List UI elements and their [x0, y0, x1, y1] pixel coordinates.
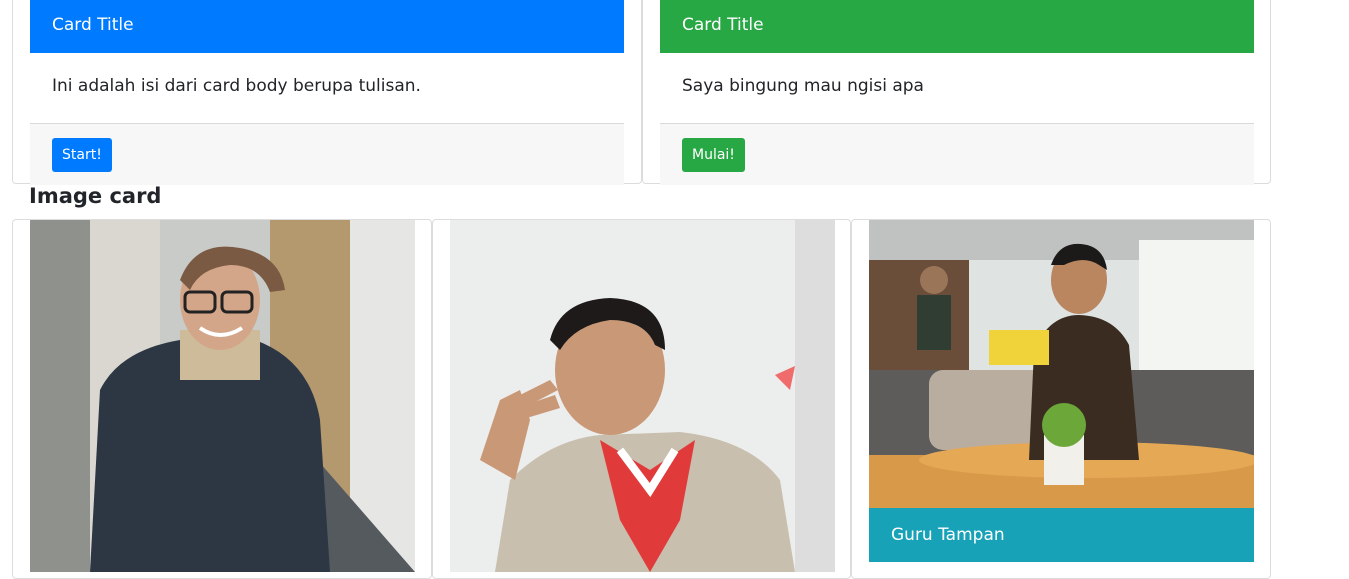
image-caption: Guru Tampan [869, 508, 1254, 562]
card-body-text: Ini adalah isi dari card body berupa tul… [52, 76, 421, 96]
section-title: Image card [29, 184, 162, 208]
mulai-button[interactable]: Mulai! [682, 138, 745, 172]
card-title: Card Title [660, 0, 1254, 53]
card-footer: Mulai! [660, 123, 1254, 185]
person-photo-1 [30, 220, 415, 572]
start-button[interactable]: Start! [52, 138, 112, 172]
image-card: Guru Tampan [851, 219, 1271, 579]
person-photo-3 [869, 220, 1254, 508]
card-title: Card Title [30, 0, 624, 53]
image-card [432, 219, 851, 579]
card-footer: Start! [30, 123, 624, 185]
person-photo-2 [450, 220, 835, 572]
card-success: Card Title Saya bingung mau ngisi apa Mu… [642, 0, 1271, 185]
card-primary: Card Title Ini adalah isi dari card body… [12, 0, 642, 185]
image-card [12, 219, 432, 579]
card-body-text: Saya bingung mau ngisi apa [682, 76, 924, 96]
